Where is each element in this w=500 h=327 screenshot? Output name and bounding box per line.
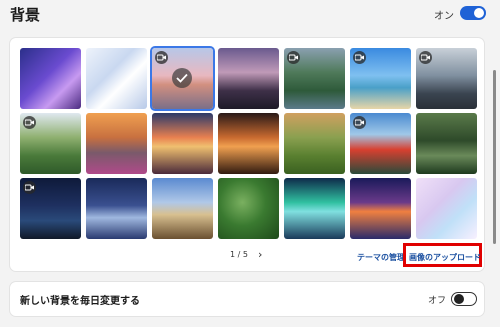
background-thumbnail-lake-sunset-purple[interactable] (350, 178, 411, 239)
daily-change-toggle[interactable] (451, 292, 477, 306)
background-thumbnail-green-valley-river[interactable] (284, 48, 345, 109)
daily-change-label: 新しい背景を毎日変更する (20, 296, 140, 307)
toggle-knob (474, 8, 484, 18)
next-page-button[interactable]: › (258, 248, 262, 261)
background-settings-page: 背景 オン 1 / 5 › テーマの管理 画像のアップロード 新しい背景を毎日変… (0, 0, 500, 327)
checkmark-icon (172, 68, 192, 88)
background-thumbnail-rice-terraces[interactable] (284, 113, 345, 174)
background-thumbnail-sea-cave-sunset[interactable] (218, 113, 279, 174)
video-camera-icon (23, 116, 36, 129)
background-thumbnail-mount-fuji-pagoda[interactable] (350, 113, 411, 174)
background-thumbnail-sunset-flowers[interactable] (86, 113, 147, 174)
background-toggle[interactable] (460, 6, 486, 20)
background-thumbnail-aurora[interactable] (284, 178, 345, 239)
section-title: 背景 (10, 6, 41, 24)
video-camera-icon (353, 51, 366, 64)
video-camera-icon (23, 181, 36, 194)
background-thumbnail-beach-blue-sky[interactable] (350, 48, 411, 109)
background-thumbnail-night-lake-stars[interactable] (86, 178, 147, 239)
background-thumbnail-misty-mountains[interactable] (416, 48, 477, 109)
page-indicator: 1 / 5 (230, 250, 248, 259)
background-thumbnail-green-foliage[interactable] (218, 178, 279, 239)
background-thumbnail-desert-cactus[interactable] (152, 178, 213, 239)
daily-change-panel: 新しい背景を毎日変更する オフ (10, 282, 484, 316)
upload-image-link[interactable]: 画像のアップロード (409, 252, 481, 263)
background-thumbnail-mountain-lake-dusk[interactable] (218, 48, 279, 109)
background-thumbnail-green-peaks[interactable] (20, 113, 81, 174)
background-gallery-panel: 1 / 5 › テーマの管理 画像のアップロード (10, 38, 484, 271)
background-thumbnail-sunset-pier[interactable] (152, 48, 213, 109)
background-thumbnail-forest-waterfall[interactable] (416, 113, 477, 174)
background-thumbnail-white-fabric[interactable] (86, 48, 147, 109)
toggle-knob (454, 294, 464, 304)
background-toggle-label: オン (434, 11, 454, 22)
background-thumbnail-purple-flower[interactable] (20, 48, 81, 109)
background-grid (20, 48, 477, 239)
background-thumbnail-starry-sky[interactable] (20, 178, 81, 239)
video-camera-icon (419, 51, 432, 64)
video-camera-icon (353, 116, 366, 129)
vertical-scrollbar[interactable] (493, 70, 496, 244)
background-thumbnail-pastel-waves[interactable] (416, 178, 477, 239)
background-header: 背景 オン (10, 0, 490, 28)
video-camera-icon (155, 51, 168, 64)
manage-themes-link[interactable]: テーマの管理 (357, 252, 405, 263)
daily-toggle-label: オフ (428, 296, 447, 306)
background-thumbnail-sunset-reflection[interactable] (152, 113, 213, 174)
video-camera-icon (287, 51, 300, 64)
